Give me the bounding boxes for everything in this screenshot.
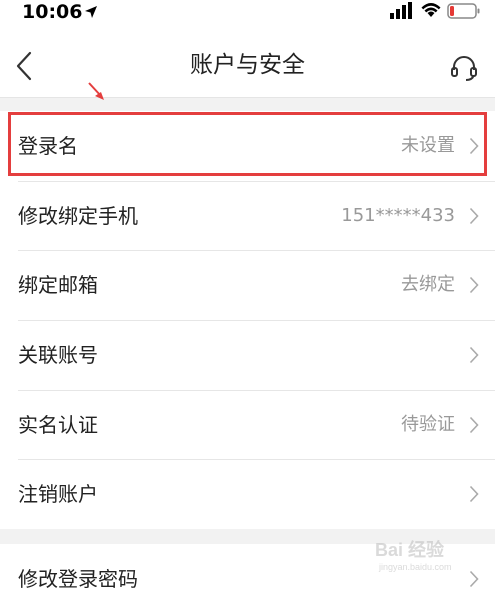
settings-row-login-name[interactable]: 登录名 未设置	[0, 111, 495, 181]
row-label: 注销账户	[18, 482, 98, 507]
row-label: 修改登录密码	[18, 567, 138, 591]
settings-row-linked-accounts[interactable]: 关联账号	[0, 320, 495, 390]
row-label: 修改绑定手机	[18, 203, 138, 228]
settings-row-change-phone[interactable]: 修改绑定手机 151*****433	[0, 180, 495, 251]
row-label: 关联账号	[18, 343, 98, 368]
page-title: 账户与安全	[190, 52, 305, 78]
chevron-right-icon	[469, 347, 479, 364]
security-settings-list: 修改登录密码	[0, 544, 495, 595]
cellular-signal-icon	[390, 2, 412, 19]
row-label: 登录名	[18, 134, 78, 158]
row-value: 待验证	[401, 413, 455, 435]
row-value: 去绑定	[401, 274, 455, 296]
status-time: 10:06	[22, 1, 83, 23]
account-settings-list: 登录名 未设置 修改绑定手机 151*****433 绑定邮箱 去绑定 关联账号…	[0, 111, 495, 530]
row-value: 未设置	[401, 135, 455, 156]
settings-row-delete-account[interactable]: 注销账户	[0, 459, 495, 530]
settings-row-bind-email[interactable]: 绑定邮箱 去绑定	[0, 250, 495, 321]
chevron-right-icon	[469, 416, 479, 433]
row-label: 实名认证	[18, 412, 98, 437]
row-label: 绑定邮箱	[18, 273, 98, 298]
row-value: 151*****433	[341, 204, 455, 226]
status-bar: 10:06	[0, 0, 495, 26]
chevron-right-icon	[469, 207, 479, 224]
chevron-right-icon	[469, 137, 479, 155]
wifi-icon	[421, 3, 441, 17]
settings-row-change-password[interactable]: 修改登录密码	[0, 544, 495, 595]
battery-low-icon	[447, 3, 480, 19]
customer-service-headset-icon[interactable]	[450, 55, 478, 81]
location-arrow-icon	[85, 6, 97, 18]
chevron-right-icon	[469, 570, 479, 588]
chevron-right-icon	[469, 486, 479, 503]
settings-row-real-name-verification[interactable]: 实名认证 待验证	[0, 389, 495, 460]
navigation-bar: 账户与安全	[0, 26, 495, 98]
chevron-right-icon	[469, 277, 479, 294]
